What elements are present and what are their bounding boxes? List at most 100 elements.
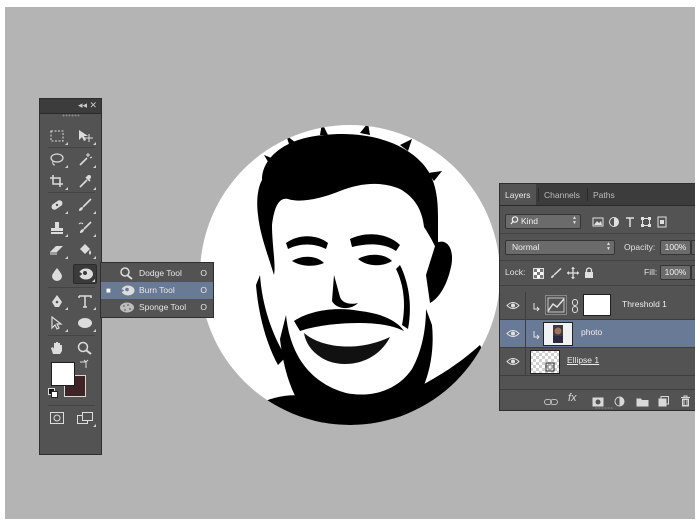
rectangular-marquee-tool[interactable]	[45, 126, 69, 146]
link-layers-icon[interactable]	[544, 394, 558, 412]
lock-transparent-icon[interactable]	[533, 266, 544, 284]
foreground-color-swatch[interactable]	[51, 362, 75, 386]
type-filter-icon[interactable]	[624, 215, 636, 233]
brush-tool[interactable]	[73, 195, 97, 215]
blend-mode-value: Normal	[512, 242, 540, 252]
tab-channels[interactable]: Channels	[539, 184, 585, 205]
flyout-item-sponge[interactable]: Sponge Tool O	[101, 299, 213, 316]
opacity-label: Opacity:	[624, 242, 656, 252]
portrait-artwork	[200, 125, 500, 425]
blend-mode-select[interactable]: Normal ▲ ▼	[505, 240, 615, 255]
lasso-tool[interactable]	[45, 149, 69, 169]
layers-panel: Layers Channels Paths Kind ▲ ▼ Normal ▲ ▼ …	[499, 183, 695, 411]
blur-tool[interactable]	[45, 264, 69, 284]
lock-position-icon[interactable]	[567, 266, 579, 284]
move-tool[interactable]	[73, 126, 97, 146]
clipping-arrow-icon	[533, 300, 541, 318]
visibility-eye-icon[interactable]	[500, 348, 526, 375]
panel-grip-icon[interactable]	[62, 114, 80, 117]
shape-filter-icon[interactable]	[640, 215, 652, 233]
quick-mask-button[interactable]	[45, 408, 69, 428]
lasso-icon	[50, 153, 64, 166]
tools-panel-header[interactable]: ◂◂ ✕	[40, 99, 101, 114]
crop-icon	[50, 175, 63, 187]
burn-tool-button[interactable]	[73, 264, 97, 284]
pen-tool[interactable]	[45, 291, 69, 311]
flyout-label: Burn Tool	[139, 285, 175, 295]
paint-bucket-tool[interactable]	[73, 240, 97, 260]
eyedropper-icon	[79, 175, 91, 188]
magic-wand-tool[interactable]	[73, 149, 97, 169]
eraser-icon	[50, 246, 63, 255]
layer-name[interactable]: photo	[581, 327, 602, 337]
filter-kind-label: Kind	[521, 216, 539, 226]
healing-brush-tool[interactable]	[45, 195, 69, 215]
screen-mode-button[interactable]	[73, 408, 97, 428]
tools-panel: ◂◂ ✕	[39, 98, 102, 455]
close-icon[interactable]: ✕	[89, 99, 97, 112]
path-selection-tool[interactable]	[45, 313, 69, 333]
add-mask-icon[interactable]	[592, 394, 604, 412]
default-colors-icon[interactable]	[48, 388, 58, 398]
move-icon	[79, 130, 93, 142]
filter-kind-select[interactable]: Kind ▲ ▼	[505, 214, 581, 229]
fill-label: Fill:	[644, 267, 658, 277]
ellipse-tool[interactable]	[73, 313, 97, 333]
zoom-tool[interactable]	[73, 338, 97, 358]
stamp-icon	[51, 222, 63, 234]
smart-object-filter-icon[interactable]	[656, 215, 668, 233]
toning-tools-flyout: Dodge Tool O ■ Burn Tool O Sponge Tool O	[100, 262, 214, 318]
collapse-icon[interactable]: ◂◂	[78, 99, 87, 112]
crop-tool[interactable]	[45, 171, 69, 191]
type-tool[interactable]	[73, 291, 97, 311]
opacity-input[interactable]: 100%	[660, 240, 691, 255]
swap-colors-icon[interactable]	[78, 359, 90, 371]
new-adjustment-icon[interactable]	[614, 394, 625, 412]
quick-mask-icon	[50, 412, 64, 424]
document-canvas[interactable]: ◂◂ ✕ Dodge Tool O ■ Burn Tool O Sponge T…	[5, 7, 695, 519]
photo-thumbnail[interactable]	[543, 322, 573, 346]
tab-paths[interactable]: Paths	[588, 184, 620, 205]
magic-wand-icon	[79, 153, 93, 166]
select-arrows-icon: ▲ ▼	[572, 215, 577, 226]
pixel-filter-icon[interactable]	[592, 215, 604, 233]
visibility-eye-icon[interactable]	[500, 292, 526, 319]
adjustment-thumbnail-icon[interactable]	[545, 295, 567, 315]
new-layer-icon[interactable]	[658, 394, 669, 412]
type-icon	[78, 295, 92, 308]
layer-row-photo[interactable]: photo	[500, 320, 695, 348]
new-group-icon[interactable]	[636, 394, 649, 412]
delete-layer-icon[interactable]	[680, 394, 691, 412]
hand-icon	[51, 342, 62, 354]
mask-link-icon[interactable]	[571, 299, 579, 319]
panel-grip-icon[interactable]	[595, 407, 613, 409]
bandage-icon	[51, 200, 63, 210]
lock-all-icon[interactable]	[584, 266, 594, 284]
history-brush-icon	[78, 221, 92, 233]
fx-icon[interactable]: fx	[568, 392, 577, 404]
lock-pixels-icon[interactable]	[550, 266, 562, 284]
flyout-item-burn[interactable]: ■ Burn Tool O	[101, 282, 213, 299]
layer-mask-thumbnail[interactable]	[583, 294, 611, 316]
fill-dropdown-icon[interactable]: ▼	[691, 265, 695, 280]
flyout-shortcut: O	[200, 268, 207, 278]
visibility-eye-icon[interactable]	[500, 320, 526, 347]
opacity-dropdown-icon[interactable]: ▼	[691, 240, 695, 255]
hand-tool[interactable]	[45, 338, 69, 358]
history-brush-tool[interactable]	[73, 218, 97, 238]
adjustment-filter-icon[interactable]	[608, 215, 620, 233]
layer-row-threshold[interactable]: Threshold 1	[500, 292, 695, 320]
shape-thumbnail[interactable]	[530, 350, 560, 374]
clone-stamp-tool[interactable]	[45, 218, 69, 238]
sponge-icon	[119, 301, 135, 320]
paint-bucket-icon	[80, 244, 91, 255]
layer-name[interactable]: Threshold 1	[622, 299, 667, 309]
flyout-item-dodge[interactable]: Dodge Tool O	[101, 265, 213, 282]
layer-row-ellipse[interactable]: Ellipse 1	[500, 348, 695, 376]
fill-input[interactable]: 100%	[660, 265, 691, 280]
eyedropper-tool[interactable]	[73, 171, 97, 191]
layer-name[interactable]: Ellipse 1	[567, 355, 599, 365]
tab-layers[interactable]: Layers	[500, 184, 536, 205]
eraser-tool[interactable]	[45, 240, 69, 260]
path-selection-icon	[51, 316, 63, 330]
